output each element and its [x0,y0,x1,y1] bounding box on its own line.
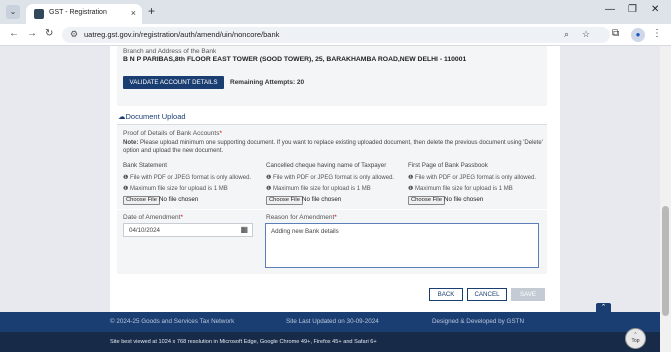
restore-button[interactable]: ❐ [628,4,637,15]
date-value: 04/10/2024 [129,227,160,234]
choose-file-button-bank-statement[interactable]: Choose File [123,196,160,205]
page-content: Branch and Address of the Bank B N P PAR… [0,46,660,352]
required-mark: * [180,214,183,221]
window-close-button[interactable]: ✕ [651,4,659,15]
browser-menu-icon[interactable]: ⋮ [652,28,662,39]
reason-value: Adding new Bank details [271,228,339,235]
info-icon: ❶ [266,175,274,181]
scrollbar-thumb[interactable] [662,206,669,316]
site-info-icon[interactable]: ⚙ [70,29,78,40]
upload-cloud-icon: ☁ [118,112,126,121]
cancelled-cheque-heading: Cancelled cheque having name of Taxpayer [266,162,387,169]
reload-icon[interactable]: ↻ [45,28,53,39]
format-info-text: File with PDF or JPEG format is only all… [273,175,395,181]
size-info: ❶ Maximum file size for upload is 1 MB [266,185,371,192]
top-label: Top [631,338,640,344]
footer-bottom-bar: Site best viewed at 1024 x 768 resolutio… [0,332,660,352]
browser-tab-strip: ⌄ GST - Registration × + — ❐ ✕ [0,0,671,24]
calendar-icon[interactable]: ▦ [240,225,248,234]
tab-search-button[interactable]: ⌄ [6,5,20,19]
required-mark: * [334,214,337,221]
profile-avatar-icon[interactable]: ● [631,28,645,42]
cancel-button[interactable]: CANCEL [467,288,507,301]
no-file-text: No file chosen [302,196,342,203]
proof-label-text: Proof of Details of Bank Accounts [123,130,220,137]
minimize-button[interactable]: — [605,4,615,15]
page-scrollbar[interactable] [660,46,671,352]
url-omnibox[interactable]: ⚙ uatreg.gst.gov.in/registration/auth/am… [62,27,610,43]
size-info: ❶ Maximum file size for upload is 1 MB [123,185,228,192]
format-info: ❶ File with PDF or JPEG format is only a… [266,174,394,181]
designed-by-text: Designed & Developed by GSTN [432,318,525,325]
upload-note: Note: Please upload minimum one supporti… [123,139,543,155]
back-arrow-icon[interactable]: ← [9,28,19,39]
date-label: Date of Amendment* [123,214,183,221]
tab-title: GST - Registration [49,9,107,16]
reason-label: Reason for Amendment* [266,214,337,221]
size-info: ❶ Maximum file size for upload is 1 MB [408,185,513,192]
save-button[interactable]: SAVE [511,288,545,301]
copyright-text: © 2024-25 Goods and Services Tax Network [110,318,235,325]
info-icon: ❶ [123,175,131,181]
info-icon: ❶ [408,186,416,192]
info-icon: ❶ [266,186,274,192]
remaining-attempts: Remaining Attempts: 20 [230,79,305,86]
size-info-text: Maximum file size for upload is 1 MB [130,186,228,192]
bank-address-value: B N P PARIBAS,8th FLOOR EAST TOWER (SOOD… [123,56,467,63]
extensions-icon[interactable]: ⧉ [612,28,619,39]
gst-favicon-icon [34,9,44,19]
size-info-text: Maximum file size for upload is 1 MB [415,186,513,192]
format-info: ❶ File with PDF or JPEG format is only a… [408,174,536,181]
browser-tab[interactable]: GST - Registration × [26,4,142,24]
proof-label: Proof of Details of Bank Accounts* [123,130,222,137]
best-viewed-text: Site best viewed at 1024 x 768 resolutio… [110,339,377,345]
no-file-text: No file chosen [159,196,199,203]
note-bold: Note: [123,140,139,146]
info-icon: ❶ [123,186,131,192]
date-of-amendment-input[interactable]: 04/10/2024 ▦ [123,223,253,237]
reason-textarea[interactable]: Adding new Bank details [265,223,539,268]
no-file-text: No file chosen [444,196,484,203]
size-info-text: Maximum file size for upload is 1 MB [273,186,371,192]
passbook-heading: First Page of Bank Passbook [408,162,488,169]
format-info: ❶ File with PDF or JPEG format is only a… [123,174,251,181]
footer-bar: © 2024-25 Goods and Services Tax Network… [0,312,660,332]
zoom-icon[interactable]: ⌕ [564,29,569,40]
back-to-top-button[interactable]: ⌃ Top [625,328,646,349]
back-button[interactable]: BACK [429,288,463,301]
choose-file-button-cheque[interactable]: Choose File [266,196,303,205]
forward-arrow-icon[interactable]: → [27,28,37,39]
document-upload-title-text: Document Upload [125,112,186,121]
tab-close-icon[interactable]: × [131,8,136,18]
format-info-text: File with PDF or JPEG format is only all… [130,175,252,181]
address-bar: ← → ↻ ⚙ uatreg.gst.gov.in/registration/a… [0,24,671,46]
info-icon: ❶ [408,175,416,181]
date-label-text: Date of Amendment [123,214,181,221]
bookmark-star-icon[interactable]: ☆ [582,29,590,40]
required-mark: * [219,130,222,137]
format-info-text: File with PDF or JPEG format is only all… [415,175,537,181]
bank-statement-heading: Bank Statement [123,162,168,169]
url-text[interactable]: uatreg.gst.gov.in/registration/auth/amen… [84,30,279,39]
reason-label-text: Reason for Amendment [266,214,335,221]
note-text: Please upload minimum one supporting doc… [123,140,543,154]
document-upload-title: ☁Document Upload [118,112,186,121]
bank-address-label: Branch and Address of the Bank [123,48,217,55]
last-updated-text: Site Last Updated on 30-09-2024 [286,318,379,325]
validate-account-button[interactable]: VALIDATE ACCOUNT DETAILS [123,76,224,89]
new-tab-button[interactable]: + [148,4,155,18]
choose-file-button-passbook[interactable]: Choose File [408,196,445,205]
